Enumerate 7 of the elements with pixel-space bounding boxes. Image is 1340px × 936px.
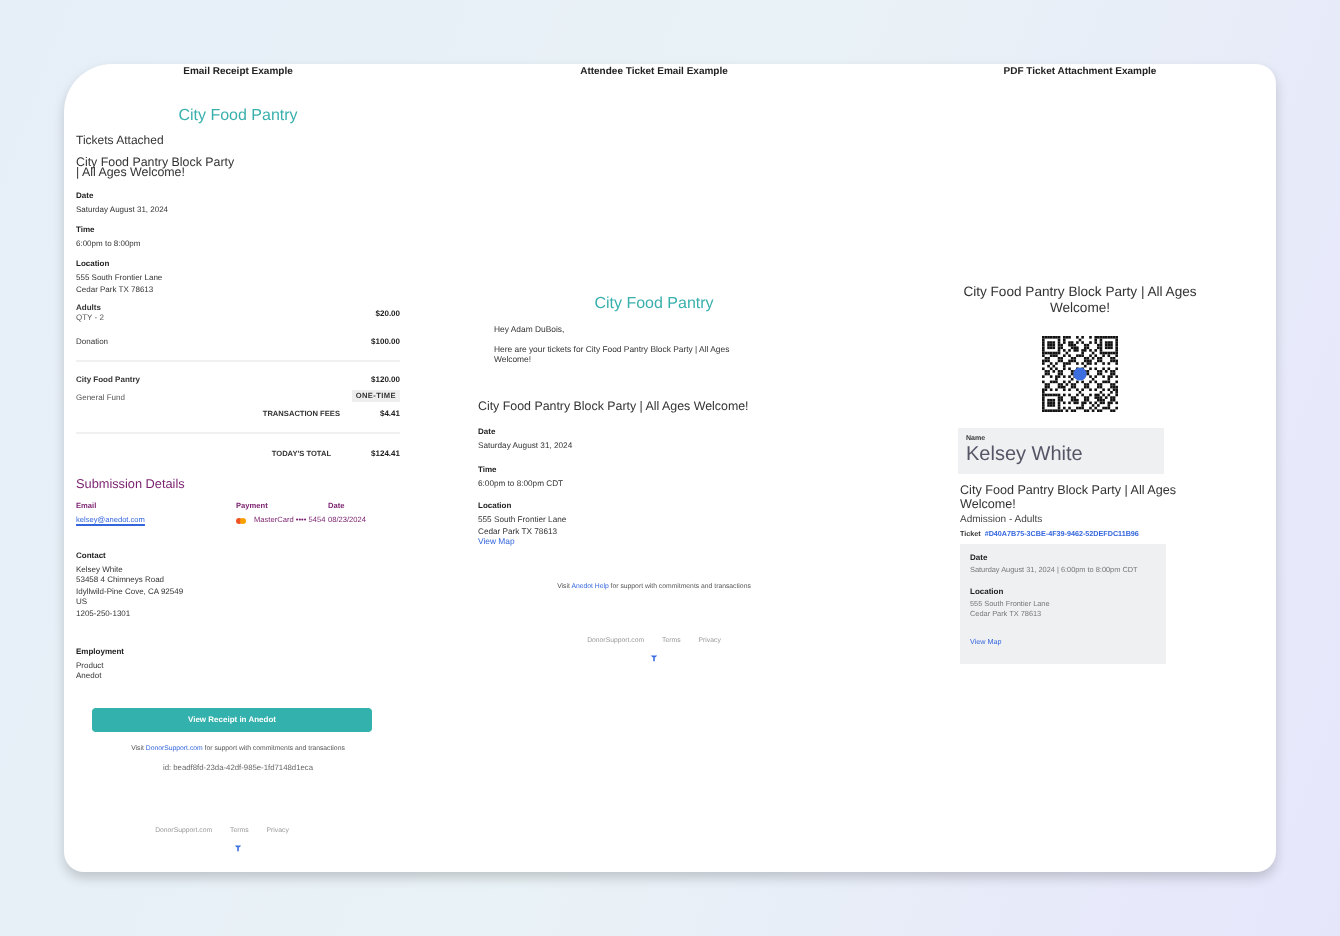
logo-icon [650,654,658,663]
card-icon [236,517,246,524]
qr-code [1042,336,1118,413]
logo-icon [234,843,242,852]
attendee-name: Kelsey White [966,444,1085,467]
organization-name: City Food Pantry [592,294,716,312]
organization-name: City Food Pantry [176,106,300,124]
